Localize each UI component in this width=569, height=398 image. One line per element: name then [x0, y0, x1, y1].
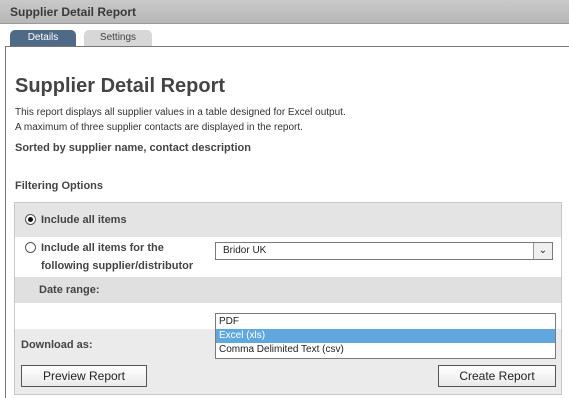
- include-all-label[interactable]: Include all items: [41, 214, 127, 226]
- window-title: Supplier Detail Report: [10, 5, 137, 19]
- include-supplier-radio[interactable]: [25, 242, 36, 253]
- tab-settings[interactable]: Settings: [84, 30, 152, 46]
- date-range-row[interactable]: + Date range:: [15, 277, 561, 369]
- date-range-label[interactable]: Date range:: [39, 284, 100, 296]
- sort-info: Sorted by supplier name, contact descrip…: [15, 142, 251, 154]
- format-option-csv[interactable]: Comma Delimited Text (csv): [216, 343, 555, 357]
- create-report-button[interactable]: Create Report: [438, 365, 556, 387]
- include-supplier-label-line-2[interactable]: following supplier/distributor: [41, 260, 193, 272]
- page-title: Supplier Detail Report: [15, 75, 226, 97]
- window-titlebar: Supplier Detail Report: [0, 0, 569, 24]
- chevron-down-icon[interactable]: ⌄: [533, 243, 552, 259]
- preview-report-button[interactable]: Preview Report: [21, 365, 147, 387]
- supplier-select[interactable]: Bridor UK ⌄: [215, 242, 553, 260]
- include-all-radio[interactable]: [25, 214, 36, 225]
- include-all-row: Include all items: [15, 203, 561, 237]
- download-as-label: Download as:: [21, 339, 93, 351]
- filter-panel: Include all items Include all items for …: [14, 202, 562, 395]
- description-line-1: This report displays all supplier values…: [15, 107, 346, 118]
- tab-bar: Details Settings: [0, 24, 569, 46]
- supplier-select-value: Bridor UK: [223, 245, 267, 256]
- description-line-2: A maximum of three supplier contacts are…: [15, 122, 303, 133]
- filtering-options-heading: Filtering Options: [15, 180, 103, 192]
- format-option-pdf[interactable]: PDF: [216, 315, 555, 329]
- report-content: Supplier Detail Report This report displ…: [5, 46, 569, 398]
- tab-details[interactable]: Details: [10, 30, 76, 46]
- include-supplier-label-line-1[interactable]: Include all items for the: [41, 242, 164, 254]
- download-format-list[interactable]: PDF Excel (xls) Comma Delimited Text (cs…: [215, 313, 556, 359]
- format-option-excel[interactable]: Excel (xls): [216, 329, 555, 343]
